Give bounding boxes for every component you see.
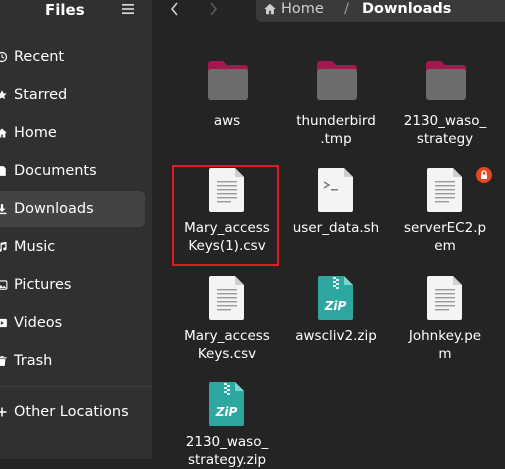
sidebar-item-home[interactable]: Home (0, 115, 145, 151)
file-name: aws (213, 113, 241, 129)
sidebar-item-label: Trash (14, 353, 53, 369)
plus-icon (0, 404, 8, 420)
script-file-icon (318, 168, 353, 212)
file-item-thunderbird-tmp[interactable]: thunderbird .tmp (281, 58, 391, 148)
video-icon (0, 315, 8, 331)
file-item-2130-waso-strategy-zip[interactable]: ZiP 2130_waso_ strategy.zip (172, 381, 282, 468)
trash-icon (0, 353, 8, 369)
chevron-left-icon (170, 2, 178, 16)
header-bar: Home / Downloads (152, 0, 505, 24)
document-icon (0, 163, 8, 179)
file-item-serverec2-pem[interactable]: serverEC2.p em (390, 167, 500, 267)
sidebar-item-trash[interactable]: Trash (0, 343, 145, 379)
window-title: Files (45, 1, 85, 19)
home-icon (264, 3, 276, 15)
svg-text:ZiP: ZiP (215, 405, 238, 419)
lock-icon (476, 167, 492, 183)
folder-icon (208, 61, 248, 100)
sidebar-header: Files (0, 0, 152, 24)
file-item-2130-waso-strategy[interactable]: 2130_waso_ strategy (390, 58, 500, 148)
sidebar-item-music[interactable]: Music (0, 229, 145, 265)
sidebar-item-pictures[interactable]: Pictures (0, 267, 145, 303)
file-grid: aws thunderbird .tmp 2130_waso_ strategy… (152, 24, 505, 468)
star-icon (0, 87, 8, 103)
hamburger-menu-icon[interactable] (122, 3, 134, 15)
breadcrumb-separator: / (344, 1, 349, 17)
picture-icon (0, 277, 8, 293)
sidebar-item-videos[interactable]: Videos (0, 305, 145, 341)
text-file-icon (209, 276, 244, 320)
breadcrumb-home[interactable]: Home (281, 1, 324, 17)
file-name: serverEC2.p em (403, 220, 487, 254)
zip-file-icon: ZiP (318, 276, 353, 320)
sidebar-item-label: Music (14, 239, 56, 255)
sidebar-item-starred[interactable]: Starred (0, 77, 145, 113)
file-name: Johnkey.pe m (408, 328, 482, 362)
chevron-right-icon (210, 2, 218, 16)
breadcrumb-current[interactable]: Downloads (362, 1, 451, 17)
sidebar-item-recent[interactable]: Recent (0, 39, 145, 75)
download-icon (0, 201, 8, 217)
file-name: user_data.sh (292, 220, 380, 236)
file-item-mary-accesskeys-1-csv[interactable]: Mary_access Keys(1).csv (172, 167, 282, 267)
music-icon (0, 239, 8, 255)
sidebar-item-documents[interactable]: Documents (0, 153, 145, 189)
text-file-icon (427, 168, 462, 212)
text-file-icon (427, 276, 462, 320)
svg-text:ZiP: ZiP (324, 299, 347, 313)
clock-icon (0, 49, 8, 65)
sidebar-item-label: Pictures (14, 277, 72, 293)
file-name: 2130_waso_ strategy (403, 113, 487, 147)
folder-icon (317, 61, 357, 100)
breadcrumb: Home / Downloads (256, 0, 505, 22)
forward-button[interactable] (208, 0, 224, 20)
sidebar-item-label: Downloads (14, 201, 94, 217)
folder-icon (426, 61, 466, 100)
sidebar-divider (0, 386, 152, 387)
back-button[interactable] (168, 0, 184, 20)
sidebar-item-label: Home (14, 125, 57, 141)
sidebar-item-downloads[interactable]: Downloads (0, 191, 145, 227)
file-name: 2130_waso_ strategy.zip (185, 434, 269, 468)
file-item-awscliv2-zip[interactable]: ZiP awscliv2.zip (281, 275, 391, 370)
zip-file-icon: ZiP (209, 382, 244, 426)
file-item-user-data-sh[interactable]: user_data.sh (281, 167, 391, 267)
sidebar-item-label: Starred (14, 87, 68, 103)
file-name: awscliv2.zip (295, 328, 377, 344)
sidebar-item-label: Other Locations (14, 404, 129, 420)
text-file-icon (209, 168, 244, 212)
sidebar: Files Recent Starred Home Documents Down… (0, 0, 152, 459)
file-name: Mary_access Keys.csv (184, 328, 270, 362)
sidebar-item-other-locations[interactable]: Other Locations (0, 394, 145, 430)
file-item-mary-accesskeys-csv[interactable]: Mary_access Keys.csv (172, 275, 282, 370)
sidebar-item-label: Recent (14, 49, 65, 65)
file-name: thunderbird .tmp (296, 113, 376, 147)
file-item-aws[interactable]: aws (172, 58, 282, 148)
home-icon (0, 125, 8, 141)
sidebar-item-label: Videos (14, 315, 63, 331)
file-name: Mary_access Keys(1).csv (184, 220, 270, 254)
sidebar-item-label: Documents (14, 163, 97, 179)
file-item-johnkey-pem[interactable]: Johnkey.pe m (390, 275, 500, 370)
